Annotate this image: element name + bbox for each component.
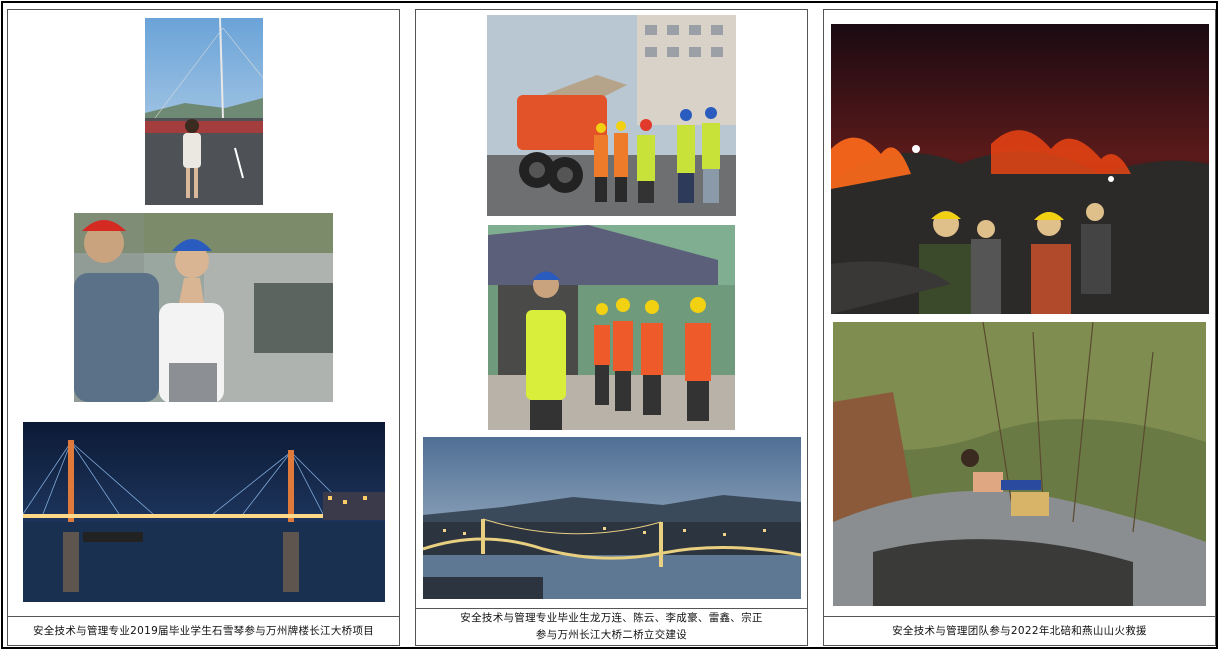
photo-students-hard-hats xyxy=(74,213,333,402)
photo-river-bridge-city xyxy=(423,437,801,599)
photo-aerial-platform-inspection xyxy=(487,15,736,216)
caption-middle-line-2: 参与万州长江大桥二桥立交建设 xyxy=(535,629,688,641)
panel-left: 安全技术与管理专业2019届毕业学生石雪琴参与万州牌楼长江大桥项目 xyxy=(7,9,400,646)
panel-middle: 安全技术与管理专业毕业生龙万连、陈云、李成豪、雷鑫、宗正 参与万州长江大桥二桥立… xyxy=(415,9,808,646)
caption-right-text: 安全技术与管理团队参与2022年北碚和燕山山火救援 xyxy=(892,624,1147,637)
photo-night-bridge xyxy=(23,422,385,602)
panel-right: 安全技术与管理团队参与2022年北碚和燕山山火救援 xyxy=(823,9,1216,646)
caption-middle: 安全技术与管理专业毕业生龙万连、陈云、李成豪、雷鑫、宗正 参与万州长江大桥二桥立… xyxy=(416,608,807,645)
caption-left-text: 安全技术与管理专业2019届毕业学生石雪琴参与万州牌楼长江大桥项目 xyxy=(32,624,375,637)
photo-safety-briefing xyxy=(488,225,735,430)
photo-night-wildfire-rescue xyxy=(831,24,1209,314)
photo-student-on-bridge xyxy=(145,18,263,205)
caption-left: 安全技术与管理专业2019届毕业学生石雪琴参与万州牌楼长江大桥项目 xyxy=(8,616,399,645)
photo-burnt-hillside-rest xyxy=(833,322,1206,606)
caption-middle-line-1: 安全技术与管理专业毕业生龙万连、陈云、李成豪、雷鑫、宗正 xyxy=(460,612,763,624)
caption-right: 安全技术与管理团队参与2022年北碚和燕山山火救援 xyxy=(824,616,1215,645)
